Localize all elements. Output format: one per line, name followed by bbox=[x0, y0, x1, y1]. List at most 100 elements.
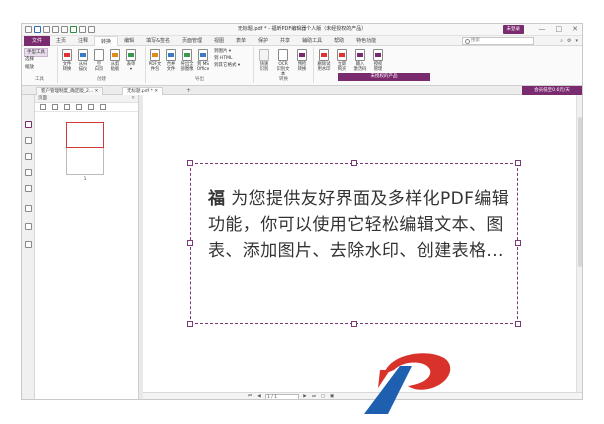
to-image-button[interactable]: 到图片 ▾ bbox=[214, 48, 231, 55]
merge-files-button[interactable]: 合并 文件 bbox=[164, 49, 178, 72]
file-icon bbox=[62, 49, 72, 61]
resize-handle-tr[interactable] bbox=[515, 160, 521, 166]
title-bar: 无标题.pdf * - 福昕PDF编辑器个人版（未经授权的产品） 未登录 — □… bbox=[22, 24, 582, 36]
blank-page-icon bbox=[94, 49, 104, 61]
resize-handle-tm[interactable] bbox=[351, 160, 357, 166]
replace-page-icon[interactable] bbox=[88, 104, 94, 110]
layers-icon[interactable] bbox=[25, 153, 32, 160]
pages-panel-header: 页面 ✕ bbox=[35, 95, 138, 103]
select-tool-button[interactable]: 选择 bbox=[25, 56, 34, 63]
resize-handle-mr[interactable] bbox=[515, 240, 521, 246]
rotate-page-icon[interactable] bbox=[76, 104, 82, 110]
first-page-button[interactable]: ⏮ bbox=[247, 394, 253, 399]
quick-recognize-button[interactable]: 快速 识别 bbox=[257, 49, 271, 72]
activation-code-button[interactable]: 输入 激活码 bbox=[353, 49, 367, 72]
document-tab-bar: 客户管理制度_确定版_2... ✕ 无标题.pdf * ✕ + 会员低至0.6元… bbox=[22, 86, 582, 95]
resize-handle-br[interactable] bbox=[515, 321, 521, 327]
new-tab-button[interactable]: + bbox=[186, 86, 191, 95]
editable-text-content[interactable]: 福 为您提供友好界面及多样化PDF编辑功能，你可以使用它轻松编辑文本、图表、添加… bbox=[208, 186, 512, 264]
page-number-input[interactable]: 1 / 1 bbox=[265, 394, 299, 399]
body-text: 为您提供友好界面及多样化PDF编辑功能，你可以使用它轻松编辑文本、图表、添加图片… bbox=[208, 189, 510, 261]
to-other-button[interactable]: 到其它格式 ▾ bbox=[214, 62, 240, 69]
group-export-label: 导出 bbox=[195, 77, 204, 82]
comments-icon[interactable] bbox=[25, 169, 32, 176]
group-export: PDF文 件包 合并 文件 导出全 部图像 到 MS Office 到图片 ▾ 到 HT… bbox=[146, 47, 254, 83]
resize-handle-bl[interactable] bbox=[187, 321, 193, 327]
page-options-icon[interactable] bbox=[100, 104, 106, 110]
member-promo-banner[interactable]: 会员低至0.6元/天 bbox=[522, 86, 582, 95]
lock-icon[interactable] bbox=[25, 205, 32, 212]
portfolio-icon bbox=[150, 49, 160, 61]
fit-page-icon[interactable]: ▣ bbox=[329, 394, 335, 399]
recognize-icon bbox=[259, 49, 269, 61]
pages-panel-title: 页面 bbox=[38, 96, 47, 101]
maximize-button[interactable]: □ bbox=[556, 25, 563, 34]
brand-logo bbox=[364, 353, 451, 414]
group-create: 文件 转换 从扫 描仪 空白页 从剪 贴板 表单 ▾ 创建 bbox=[58, 47, 146, 83]
group-convert: 快速 识别 OCR 识别文本 预检 转换 转换 bbox=[254, 47, 314, 83]
bookmark-icon[interactable] bbox=[25, 121, 32, 128]
to-office-button[interactable]: 到 MS Office bbox=[196, 49, 210, 72]
resize-handle-bm[interactable] bbox=[351, 321, 357, 327]
ocr-button[interactable]: OCR 识别文本 bbox=[276, 49, 290, 77]
preflight-icon bbox=[297, 49, 307, 61]
next-page-button[interactable]: ▶ bbox=[302, 394, 308, 399]
tab-untitled[interactable]: 无标题.pdf * ✕ bbox=[122, 87, 164, 95]
dropdown-icon[interactable]: ▾ bbox=[575, 37, 578, 45]
scrollbar-thumb[interactable] bbox=[578, 117, 582, 267]
clipboard-icon bbox=[110, 49, 120, 61]
vertical-scrollbar[interactable] bbox=[576, 95, 582, 392]
scanner-icon bbox=[78, 49, 88, 61]
resize-handle-ml[interactable] bbox=[187, 240, 193, 246]
blank-page-button[interactable]: 空白页 bbox=[92, 49, 106, 72]
prev-page-button[interactable]: ◀ bbox=[256, 394, 262, 399]
attachment-icon[interactable] bbox=[25, 185, 32, 192]
zoom-tool-button[interactable]: 缩放 bbox=[25, 64, 34, 71]
merge-icon bbox=[166, 49, 176, 61]
signature-icon[interactable] bbox=[25, 241, 32, 248]
office-icon bbox=[198, 49, 208, 61]
cart-icon bbox=[337, 49, 347, 61]
left-toolbar bbox=[22, 95, 35, 399]
from-clipboard-button[interactable]: 从剪 贴板 bbox=[108, 49, 122, 72]
ribbon: 手型工具 选择 缩放 工具 文件 转换 从扫 描仪 空白页 从剪 贴板 表单 ▾ 创建 … bbox=[22, 46, 582, 86]
from-scanner-button[interactable]: 从扫 描仪 bbox=[76, 49, 90, 72]
license-manage-button[interactable]: 授权 管理 bbox=[371, 49, 385, 72]
thumbnail-view-rect[interactable] bbox=[66, 122, 104, 148]
login-button[interactable]: 未登录 bbox=[502, 25, 524, 34]
pdf-portfolio-button[interactable]: PDF文 件包 bbox=[148, 49, 162, 72]
last-page-button[interactable]: ⏭ bbox=[311, 394, 317, 399]
window-title: 无标题.pdf * - 福昕PDF编辑器个人版（未经授权的产品） bbox=[237, 26, 367, 32]
file-convert-button[interactable]: 文件 转换 bbox=[60, 49, 74, 72]
minimize-button[interactable]: — bbox=[539, 25, 546, 34]
thumbnail-page-number: 1 bbox=[83, 177, 87, 182]
tab-client-doc[interactable]: 客户管理制度_确定版_2... ✕ bbox=[36, 87, 104, 95]
resize-handle-tl[interactable] bbox=[187, 160, 193, 166]
ocr-icon bbox=[278, 49, 288, 61]
form-button[interactable]: 表单 ▾ bbox=[124, 49, 138, 72]
images-icon bbox=[182, 49, 192, 61]
insert-page-icon[interactable] bbox=[40, 104, 46, 110]
extract-page-icon[interactable] bbox=[64, 104, 70, 110]
fields-icon[interactable] bbox=[25, 223, 32, 230]
group-tools: 手型工具 选择 缩放 工具 bbox=[22, 47, 58, 83]
delete-page-icon[interactable] bbox=[52, 104, 58, 110]
close-button[interactable]: ✕ bbox=[572, 25, 578, 34]
buy-now-button[interactable]: 立即 购买 bbox=[335, 49, 349, 72]
key-icon bbox=[355, 49, 365, 61]
menu-bar: 文件 主页 注释 转换 编辑 填写&签名 页面管理 视图 表单 保护 共享 辅助… bbox=[22, 36, 582, 47]
search-icon[interactable]: ⌕ bbox=[560, 37, 563, 45]
panel-close-icon[interactable]: ✕ bbox=[131, 95, 135, 103]
export-images-button[interactable]: 导出全 部图像 bbox=[180, 49, 194, 72]
view-mode-icon[interactable]: ▢ bbox=[320, 394, 326, 399]
preflight-button[interactable]: 预检 转换 bbox=[295, 49, 309, 72]
group-create-label: 创建 bbox=[97, 77, 106, 82]
screen: 无标题.pdf * - 福昕PDF编辑器个人版（未经授权的产品） 未登录 — □… bbox=[0, 0, 604, 424]
remove-watermark-button[interactable]: 删除试 用水印 bbox=[317, 49, 331, 72]
to-html-button[interactable]: 到 HTML bbox=[214, 55, 232, 62]
group-convert-label: 转换 bbox=[279, 77, 288, 82]
settings-icon[interactable]: ⚙ bbox=[567, 37, 571, 45]
search-input[interactable]: 搜索 bbox=[462, 37, 534, 45]
pages-icon[interactable] bbox=[25, 137, 32, 144]
watermark-icon bbox=[319, 49, 329, 61]
